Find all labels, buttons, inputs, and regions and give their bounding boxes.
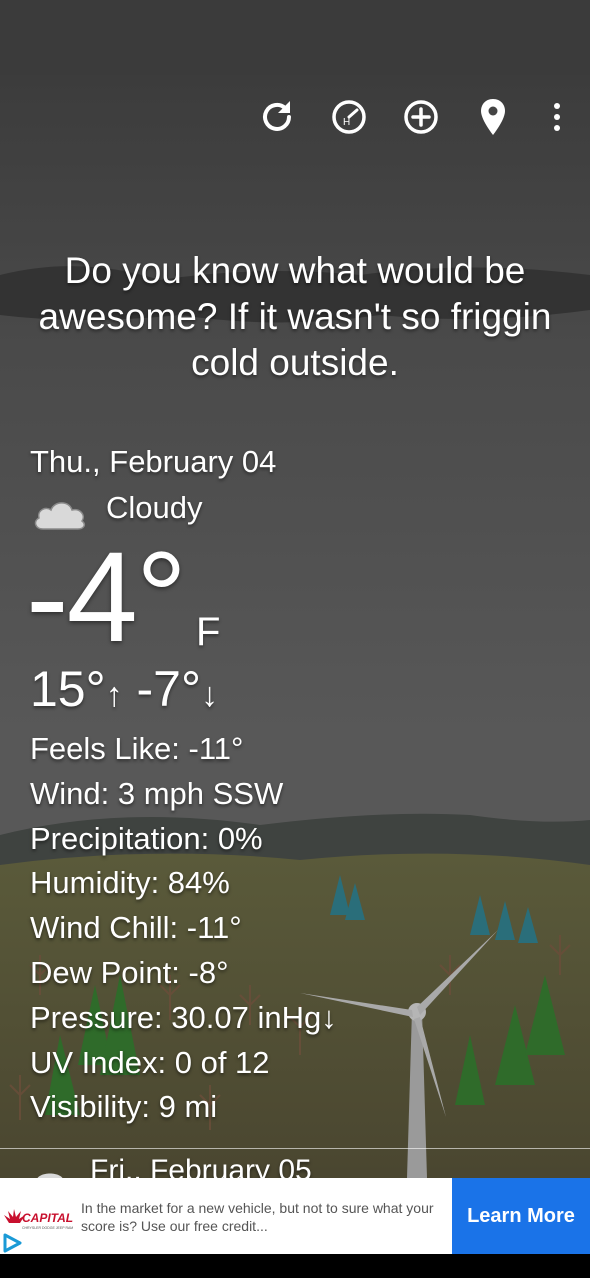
ad-text[interactable]: In the market for a new vehicle, but not… [81,1199,446,1235]
add-location-icon[interactable] [401,97,441,137]
status-bar [0,0,590,75]
low-temp: -7° [136,661,201,717]
temperature-unit: F [196,610,221,654]
svg-text:CAPITAL: CAPITAL [22,1211,73,1225]
dew-point: Dew Point: -8° [30,954,229,990]
weather-details: Feels Like: -11° Wind: 3 mph SSW Precipi… [30,727,337,1130]
humidity: Humidity: 84% [30,865,230,901]
refresh-icon[interactable] [257,97,297,137]
down-arrow-icon: ↓ [200,676,218,714]
capital-logo: CAPITAL CHRYSLER DODGE JEEP RAM [2,1207,76,1233]
wind: Wind: 3 mph SSW [30,775,284,811]
divider [0,1148,590,1149]
weather-quote: Do you know what would be awesome? If it… [38,250,552,383]
visibility: Visibility: 9 mi [30,1089,218,1125]
history-clock-icon[interactable]: H [329,97,369,137]
uv-index: UV Index: 0 of 12 [30,1044,270,1080]
more-vert-icon[interactable] [537,97,577,137]
condition-text: Cloudy [106,490,203,525]
navigation-bar [0,1254,590,1278]
learn-more-button[interactable]: Learn More [452,1178,590,1254]
up-arrow-icon: ↑ [105,676,123,714]
svg-text:H: H [343,117,350,128]
high-low-temps: 15°↑ -7°↓ [30,660,218,718]
high-temp: 15° [30,661,106,717]
current-temperature: -4° [26,526,187,669]
feels-like: Feels Like: -11° [30,731,244,766]
pressure: Pressure: 30.07 inHg↓ [30,999,337,1035]
svg-text:CHRYSLER DODGE JEEP RAM: CHRYSLER DODGE JEEP RAM [22,1226,73,1230]
precipitation: Precipitation: 0% [30,820,263,856]
location-pin-icon[interactable] [473,97,513,137]
current-date: Thu., February 04 [30,444,277,479]
ad-choices-icon[interactable] [0,1232,24,1254]
wind-chill: Wind Chill: -11° [30,910,242,946]
